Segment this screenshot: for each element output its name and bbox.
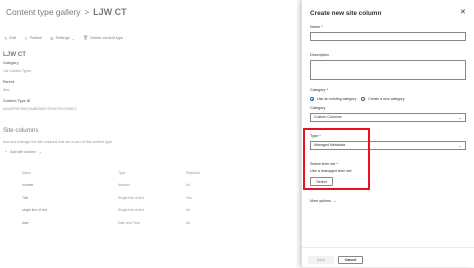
panel-footer: Save Cancel	[302, 247, 474, 268]
chevron-down-icon: ⌄	[458, 143, 462, 148]
panel-title: Create new site column	[310, 10, 382, 17]
close-icon[interactable]: ✕	[460, 8, 466, 16]
category-label: Category *	[310, 88, 328, 92]
cancel-button[interactable]: Cancel	[338, 256, 363, 264]
more-options-label: More options	[310, 199, 331, 203]
category-dropdown[interactable]: Custom Columns ⌄	[310, 113, 466, 122]
save-button[interactable]: Save	[308, 256, 334, 264]
radio-use-existing[interactable]	[310, 97, 314, 101]
chevron-down-icon: ⌄	[333, 199, 337, 203]
annotation-highlight-box	[303, 128, 370, 190]
name-input[interactable]	[310, 32, 466, 41]
chevron-down-icon: ⌄	[458, 115, 462, 120]
description-textarea[interactable]	[310, 60, 466, 80]
radio-use-existing-label: Use an existing category	[317, 97, 357, 101]
category-dropdown-value: Custom Columns	[314, 115, 342, 119]
category-radio-group: Use an existing category Create a new ca…	[310, 97, 405, 101]
category-sub-label: Category	[310, 106, 326, 110]
more-options-toggle[interactable]: More options ⌄	[310, 199, 337, 203]
radio-create-new[interactable]	[361, 97, 366, 101]
description-label: Description	[310, 53, 329, 57]
name-label: Name *	[310, 25, 323, 29]
radio-create-new-label: Create a new category	[368, 97, 405, 101]
panel-overlay[interactable]	[0, 0, 301, 267]
